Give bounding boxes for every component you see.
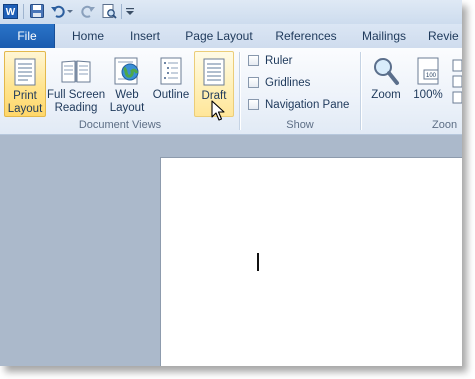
tab-mailings[interactable]: Mailings (354, 24, 414, 48)
group-separator (360, 52, 361, 130)
customize-qat-icon[interactable] (124, 3, 136, 19)
navigation-pane-checkbox[interactable] (248, 99, 259, 110)
web-layout-label: Web Layout (109, 89, 145, 114)
outline-label: Outline (152, 89, 190, 101)
print-layout-button[interactable]: Print Layout (4, 51, 46, 117)
mouse-pointer-icon (211, 100, 225, 121)
document-workspace[interactable] (0, 135, 462, 366)
full-screen-reading-icon (61, 60, 91, 83)
magnifier-icon (374, 58, 399, 85)
redo-icon[interactable] (80, 3, 96, 19)
outline-icon (160, 57, 182, 85)
tab-file[interactable]: File (0, 24, 55, 48)
ribbon-tabs: File Home Insert Page Layout References … (0, 24, 462, 49)
undo-dropdown-icon[interactable] (66, 3, 74, 19)
navigation-pane-checkbox-row[interactable]: Navigation Pane (248, 97, 349, 113)
quick-access-toolbar: W (0, 0, 462, 24)
draft-icon (203, 58, 225, 86)
navigation-pane-label: Navigation Pane (265, 99, 350, 111)
word-app-icon[interactable]: W (3, 4, 18, 19)
tab-page-layout[interactable]: Page Layout (181, 24, 257, 48)
print-layout-label: Print Layout (7, 90, 43, 115)
gridlines-checkbox[interactable] (248, 77, 259, 88)
print-layout-icon (14, 58, 36, 86)
document-page[interactable] (160, 157, 462, 366)
gridlines-checkbox-row[interactable]: Gridlines (248, 75, 310, 91)
svg-text:100: 100 (426, 73, 437, 79)
show-group-label: Show (286, 119, 314, 131)
zoom-button[interactable]: Zoom (366, 51, 406, 117)
qat-separator (121, 4, 122, 19)
qat-separator (23, 4, 24, 19)
ruler-checkbox-row[interactable]: Ruler (248, 53, 292, 69)
web-layout-icon (114, 57, 139, 85)
web-layout-button[interactable]: Web Layout (106, 51, 148, 117)
outline-button[interactable]: Outline (149, 51, 193, 117)
page-views-small-icons[interactable] (450, 58, 462, 106)
full-screen-reading-label: Full Screen Reading (47, 89, 106, 114)
text-cursor (257, 253, 259, 271)
zoom-100-icon: 100 (417, 57, 439, 85)
zoom-100-button[interactable]: 100 100% (408, 51, 448, 117)
tab-references[interactable]: References (270, 24, 342, 48)
ruler-checkbox[interactable] (248, 55, 259, 66)
tab-home[interactable]: Home (64, 24, 112, 48)
full-screen-reading-button[interactable]: Full Screen Reading (47, 51, 105, 117)
zoom-label: Zoom (371, 89, 401, 101)
zoom-group-label: Zoon (432, 119, 458, 131)
group-separator (239, 52, 240, 130)
ruler-label: Ruler (265, 55, 293, 67)
ribbon-view: Print Layout Full Screen Reading Web Lay… (0, 48, 462, 135)
save-icon[interactable] (29, 3, 45, 19)
document-views-group-label: Document Views (78, 119, 162, 131)
zoom-100-label: 100% (413, 89, 443, 101)
tab-insert[interactable]: Insert (121, 24, 169, 48)
word-window: W File Home Insert Page Layout Reference… (0, 0, 462, 366)
print-preview-icon[interactable] (101, 3, 117, 19)
gridlines-label: Gridlines (265, 77, 311, 89)
undo-icon[interactable] (50, 3, 66, 19)
tab-review[interactable]: Revie (428, 24, 462, 48)
